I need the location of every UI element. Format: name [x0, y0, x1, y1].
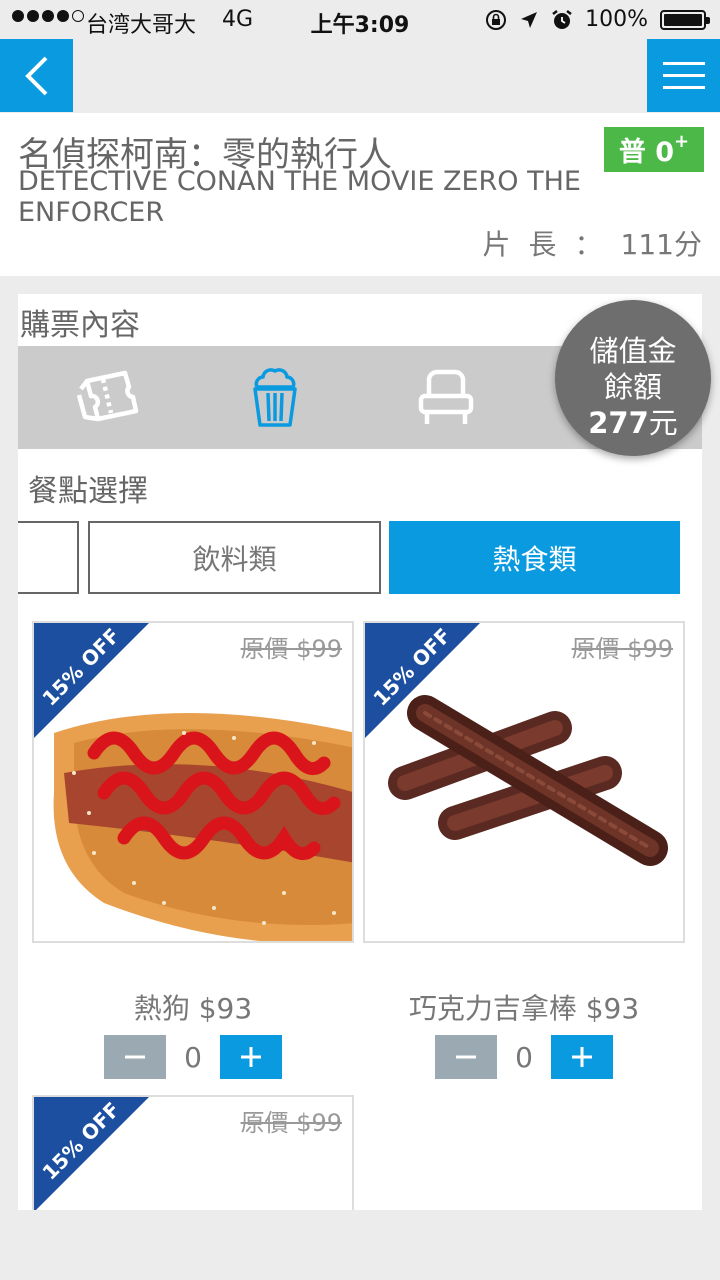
original-price: 原價 $99 [240, 635, 342, 663]
tab-tickets[interactable] [23, 346, 193, 449]
seat-icon [418, 369, 474, 424]
product-name: 熱狗 $93 [133, 992, 253, 1025]
discount-ribbon: 15% OFF [365, 623, 480, 738]
menu-button[interactable] [647, 39, 720, 112]
wallet-amount-unit: 元 [648, 406, 678, 440]
movie-length: 片 長 ： 111分 [483, 223, 703, 263]
popcorn-icon [253, 367, 297, 427]
quantity-stepper: 0 [104, 1035, 282, 1079]
movie-header: 名偵探柯南：零的執行人 DETECTIVE CONAN THE MOVIE ZE… [0, 113, 720, 276]
length-separator: ： [574, 228, 603, 261]
length-value: 111分 [620, 228, 702, 261]
hamburger-icon-line [662, 74, 705, 77]
discount-label: 15% OFF [368, 623, 456, 711]
back-button[interactable] [0, 39, 73, 112]
decrease-button[interactable] [435, 1035, 497, 1079]
original-price: 原價 $99 [571, 635, 673, 663]
minus-icon [456, 1055, 476, 1059]
product-card-hotdog[interactable]: 15% OFF 原價 $99 [32, 621, 354, 943]
alarm-icon [552, 9, 572, 29]
product-name: 巧克力吉拿棒 $93 [408, 992, 640, 1025]
hamburger-icon-line [662, 62, 705, 65]
original-price: 原價 $99 [240, 1109, 342, 1137]
status-bar: 台湾大哥大 4G 上午3:09 100% [0, 0, 720, 40]
rating-label: 普 0 [618, 137, 675, 168]
discount-ribbon: 15% OFF [34, 1097, 149, 1210]
discount-label: 15% OFF [37, 1097, 125, 1185]
wallet-amount-value: 277 [588, 406, 649, 440]
ticket-icon [76, 370, 139, 421]
product-card-churros[interactable]: 15% OFF 原價 $99 [363, 621, 685, 943]
category-tab-hot-food[interactable]: 熱食類 [389, 521, 680, 594]
location-arrow-icon [521, 11, 538, 28]
meal-section-title: 餐點選擇 [28, 474, 148, 509]
wallet-amount: 277元 [555, 400, 711, 442]
decrease-button[interactable] [104, 1035, 166, 1079]
movie-title-en: DETECTIVE CONAN THE MOVIE ZERO THE ENFOR… [18, 166, 581, 228]
category-tab-drinks[interactable]: 飲料類 [88, 521, 381, 594]
hamburger-icon-line [662, 86, 705, 89]
quantity-value: 0 [184, 1040, 202, 1074]
discount-ribbon: 15% OFF [34, 623, 149, 738]
wallet-balance-badge[interactable]: 儲值金 餘額 277元 [555, 300, 711, 456]
tab-food[interactable] [190, 346, 360, 449]
discount-label: 15% OFF [37, 623, 125, 711]
length-label-2: 長 [528, 228, 557, 261]
increase-button[interactable] [220, 1035, 282, 1079]
product-card-third[interactable]: 15% OFF 原價 $99 [32, 1095, 354, 1210]
section-title: 購票內容 [20, 308, 140, 343]
increase-button[interactable] [551, 1035, 613, 1079]
battery-icon [660, 9, 710, 30]
quantity-stepper: 0 [435, 1035, 613, 1079]
rotation-lock-icon [486, 9, 507, 30]
battery-percent: 100% [585, 7, 648, 32]
plus-icon [241, 1047, 261, 1067]
rating-badge: 普 0 + [604, 127, 704, 172]
rating-sup: + [674, 131, 690, 152]
chevron-left-icon [24, 56, 47, 95]
active-tab-indicator [264, 488, 286, 499]
minus-icon [125, 1055, 145, 1059]
length-label-1: 片 [482, 228, 511, 261]
tab-seat[interactable] [361, 346, 531, 449]
quantity-value: 0 [515, 1040, 533, 1074]
category-tab-hidden[interactable] [18, 521, 79, 594]
plus-icon [572, 1047, 592, 1067]
